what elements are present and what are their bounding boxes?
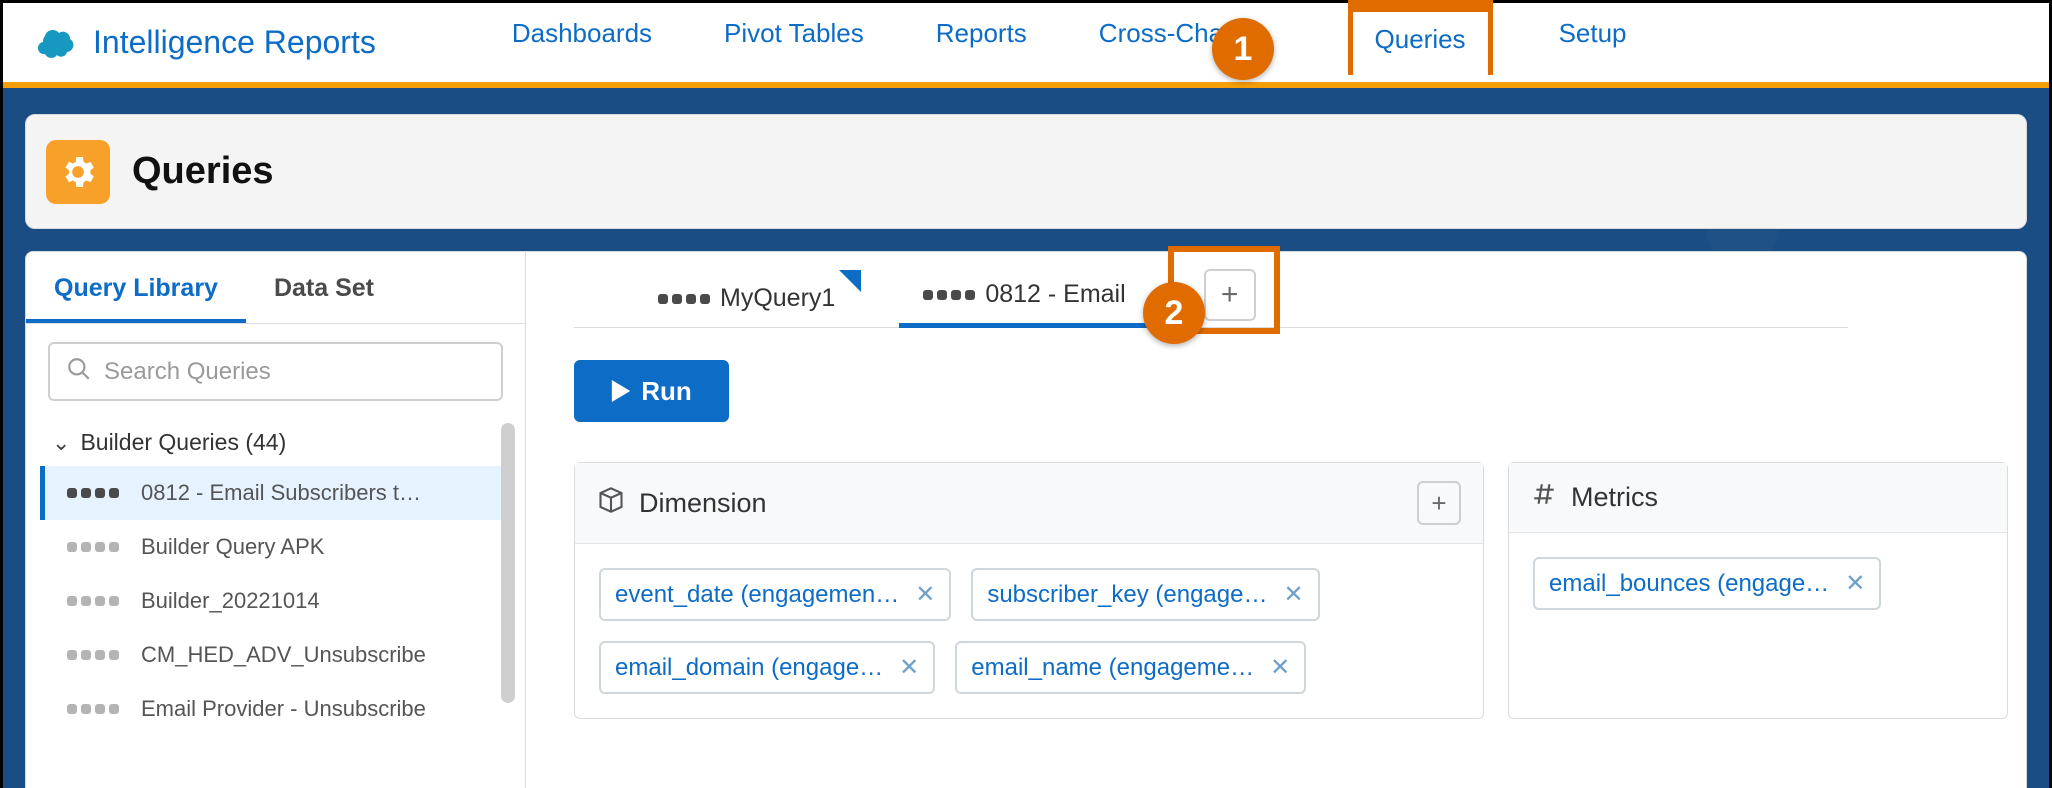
chip-label: email_domain (engage… <box>615 654 883 682</box>
app-logo-group: Intelligence Reports <box>3 24 376 61</box>
salesforce-cloud-icon <box>31 26 79 60</box>
run-button[interactable]: Run <box>574 360 729 422</box>
grip-icon <box>67 596 119 606</box>
metrics-chip[interactable]: email_bounces (engage… ✕ <box>1533 557 1881 610</box>
folder-builder-queries[interactable]: ⌄ Builder Queries (44) <box>40 419 511 466</box>
metrics-title: Metrics <box>1571 482 1658 513</box>
query-item-label: Email Provider - Unsubscribe <box>141 696 426 722</box>
remove-chip-icon[interactable]: ✕ <box>1845 569 1865 598</box>
page-body: Queries Query Library Data Set ⌄ <box>3 88 2049 788</box>
top-nav: Intelligence Reports Dashboards Pivot Ta… <box>3 3 2049 88</box>
add-dimension-button[interactable]: + <box>1417 481 1461 525</box>
metrics-chip-list: email_bounces (engage… ✕ <box>1509 533 2007 634</box>
grip-icon <box>67 650 119 660</box>
query-item-label: CM_HED_ADV_Unsubscribe <box>141 642 426 668</box>
remove-chip-icon[interactable]: ✕ <box>1270 653 1290 682</box>
dimension-chip[interactable]: subscriber_key (engage… ✕ <box>971 568 1319 621</box>
grip-icon <box>67 542 119 552</box>
cube-icon <box>597 486 625 521</box>
query-tree: ⌄ Builder Queries (44) 0812 - Email Subs… <box>40 419 511 736</box>
top-nav-list: Dashboards Pivot Tables Reports Cross-Ch… <box>506 10 1633 75</box>
query-item-label: Builder_20221014 <box>141 588 320 614</box>
page-title: Queries <box>132 150 274 193</box>
metrics-panel: Metrics email_bounces (engage… ✕ <box>1508 462 2008 719</box>
page-header: Queries <box>25 114 2027 229</box>
chip-label: email_bounces (engage… <box>1549 570 1829 598</box>
play-icon <box>611 380 631 402</box>
query-item-email-provider-unsubscribe[interactable]: Email Provider - Unsubscribe <box>40 682 511 736</box>
hash-icon <box>1531 481 1557 514</box>
query-item-0812-email-subscribers[interactable]: 0812 - Email Subscribers t… <box>40 466 511 520</box>
query-tab-label: 0812 - Email <box>985 280 1125 309</box>
annotation-step-1: 1 <box>1212 18 1274 80</box>
remove-chip-icon[interactable]: ✕ <box>1283 580 1303 609</box>
query-tab-label: MyQuery1 <box>720 284 835 313</box>
add-query-tab-button[interactable]: + <box>1204 269 1256 321</box>
grip-icon <box>67 488 119 498</box>
run-button-label: Run <box>641 376 692 407</box>
nav-setup[interactable]: Setup <box>1553 10 1633 75</box>
grip-icon <box>658 294 710 304</box>
sidebar-tab-query-library[interactable]: Query Library <box>26 274 246 323</box>
query-item-label: Builder Query APK <box>141 534 324 560</box>
grip-icon <box>923 290 975 300</box>
query-item-label: 0812 - Email Subscribers t… <box>141 480 421 506</box>
dimension-chip[interactable]: email_name (engageme… ✕ <box>955 641 1306 694</box>
query-tab-myquery1[interactable]: MyQuery1 <box>634 272 859 327</box>
tree-scrollbar[interactable] <box>501 423 515 703</box>
plus-icon: + <box>1431 488 1446 519</box>
workspace: Query Library Data Set ⌄ Builder Queries… <box>25 251 2027 788</box>
dimension-chip-list: event_date (engagemen… ✕ subscriber_key … <box>575 544 1483 718</box>
remove-chip-icon[interactable]: ✕ <box>899 653 919 682</box>
remove-chip-icon[interactable]: ✕ <box>915 580 935 609</box>
main-pane: MyQuery1 0812 - Email + Run <box>526 252 2026 788</box>
app-title: Intelligence Reports <box>93 24 376 61</box>
query-item-cm-hed-adv-unsubscribe[interactable]: CM_HED_ADV_Unsubscribe <box>40 628 511 682</box>
nav-reports[interactable]: Reports <box>930 10 1033 75</box>
sidebar-tabs: Query Library Data Set <box>26 252 525 324</box>
nav-pivot-tables[interactable]: Pivot Tables <box>718 10 870 75</box>
query-item-builder-query-apk[interactable]: Builder Query APK <box>40 520 511 574</box>
panels-row: Dimension + event_date (engagemen… ✕ sub… <box>574 462 2008 719</box>
plus-icon: + <box>1221 278 1239 312</box>
dimension-chip[interactable]: email_domain (engage… ✕ <box>599 641 935 694</box>
chevron-down-icon: ⌄ <box>52 430 70 456</box>
query-item-builder-20221014[interactable]: Builder_20221014 <box>40 574 511 628</box>
nav-queries[interactable]: Queries <box>1348 0 1493 75</box>
sidebar-tab-data-set[interactable]: Data Set <box>246 274 402 323</box>
chip-label: event_date (engagemen… <box>615 581 899 609</box>
search-icon <box>66 356 92 387</box>
search-queries-input[interactable] <box>104 358 485 386</box>
folder-label: Builder Queries (44) <box>80 429 286 456</box>
annotation-step-2: 2 <box>1143 282 1205 344</box>
chip-label: email_name (engageme… <box>971 654 1254 682</box>
dimension-chip[interactable]: event_date (engagemen… ✕ <box>599 568 951 621</box>
query-tab-0812-email[interactable]: 0812 - Email <box>899 268 1149 328</box>
chip-label: subscriber_key (engage… <box>987 581 1267 609</box>
dimension-title: Dimension <box>639 488 767 519</box>
search-queries-box[interactable] <box>48 342 503 401</box>
grip-icon <box>67 704 119 714</box>
query-tabstrip: MyQuery1 0812 - Email + <box>574 268 1848 328</box>
nav-dashboards[interactable]: Dashboards <box>506 10 658 75</box>
dimension-panel: Dimension + event_date (engagemen… ✕ sub… <box>574 462 1484 719</box>
sidebar: Query Library Data Set ⌄ Builder Queries… <box>26 252 526 788</box>
queries-gear-icon <box>46 140 110 204</box>
modified-indicator-icon <box>839 270 861 292</box>
